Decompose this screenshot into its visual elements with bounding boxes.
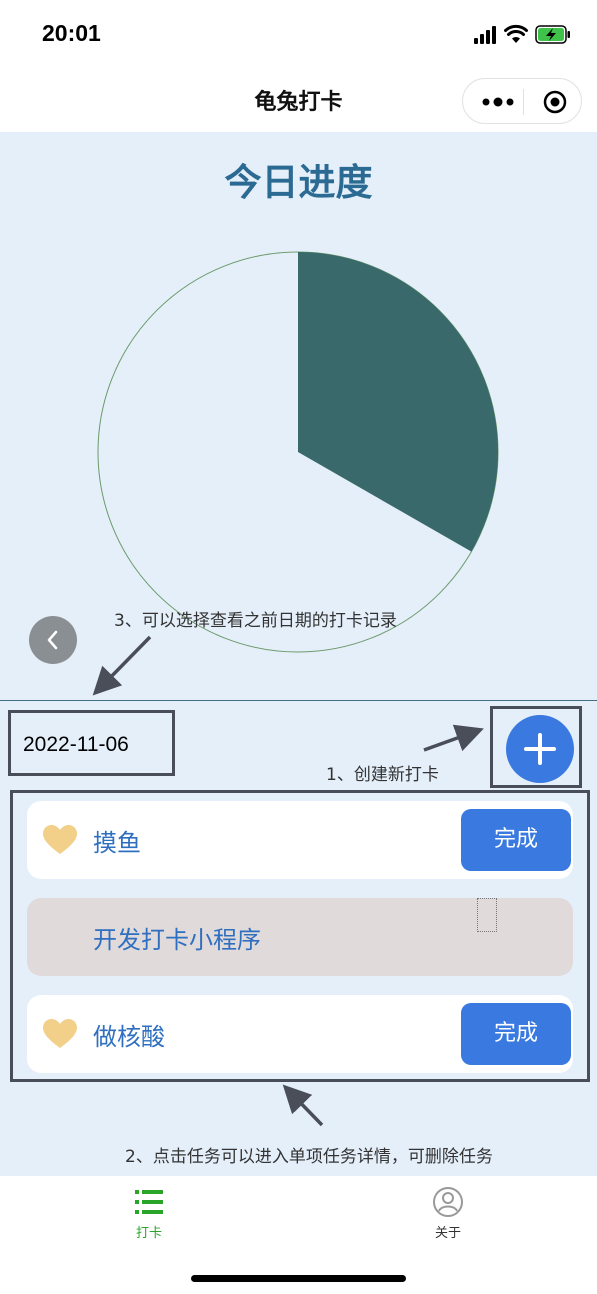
date-picker-highlight[interactable]: 2022-11-06 xyxy=(8,710,175,776)
main-content: 今日进度 3、可以选择查看之前日期的打卡记录 2022-11-06 1、创建新打… xyxy=(0,132,597,1176)
status-bar: 20:01 xyxy=(0,0,597,70)
signal-icon xyxy=(474,26,496,44)
previous-date-button[interactable] xyxy=(29,616,77,664)
task-item[interactable]: 摸鱼 完成 xyxy=(27,801,573,879)
complete-button[interactable]: 完成 xyxy=(461,809,571,871)
complete-button[interactable]: 完成 xyxy=(461,1003,571,1065)
annotation-detail: 2、点击任务可以进入单项任务详情，可删除任务 xyxy=(125,1147,493,1167)
annotation-create: 1、创建新打卡 xyxy=(326,765,439,785)
more-icon[interactable] xyxy=(481,93,515,111)
task-name: 做核酸 xyxy=(93,1023,165,1051)
capsule-divider xyxy=(523,89,524,115)
add-task-highlight xyxy=(490,706,582,788)
section-divider xyxy=(0,700,597,701)
plus-icon xyxy=(524,733,556,765)
battery-charging-icon xyxy=(535,25,570,44)
date-picker[interactable]: 2022-11-06 xyxy=(23,733,129,757)
task-item[interactable]: 做核酸 完成 xyxy=(27,995,573,1073)
status-time: 20:01 xyxy=(42,20,101,46)
user-icon xyxy=(433,1187,463,1217)
home-indicator xyxy=(191,1275,406,1282)
tab-checkin[interactable]: 打卡 xyxy=(0,1176,298,1256)
navigation-bar: 龟兔打卡 xyxy=(0,70,597,132)
close-miniprogram-icon[interactable] xyxy=(543,90,567,114)
add-task-button[interactable] xyxy=(506,715,574,783)
wifi-icon xyxy=(504,24,528,43)
list-icon xyxy=(135,1190,163,1214)
tab-label: 打卡 xyxy=(135,1226,162,1241)
tab-about[interactable]: 关于 xyxy=(299,1176,597,1256)
task-name: 开发打卡小程序 xyxy=(93,926,261,954)
annotation-history: 3、可以选择查看之前日期的打卡记录 xyxy=(114,611,397,631)
tab-label: 关于 xyxy=(434,1226,461,1241)
heart-icon xyxy=(43,1019,77,1048)
heart-icon xyxy=(43,825,77,854)
chevron-left-icon xyxy=(47,630,58,650)
task-list-highlight: 摸鱼 完成 开发打卡小程序 做核酸 完成 xyxy=(10,790,590,1082)
task-item-completed[interactable]: 开发打卡小程序 xyxy=(27,898,573,976)
task-name: 摸鱼 xyxy=(93,829,141,857)
drag-placeholder xyxy=(477,898,497,932)
miniprogram-capsule xyxy=(462,78,582,124)
